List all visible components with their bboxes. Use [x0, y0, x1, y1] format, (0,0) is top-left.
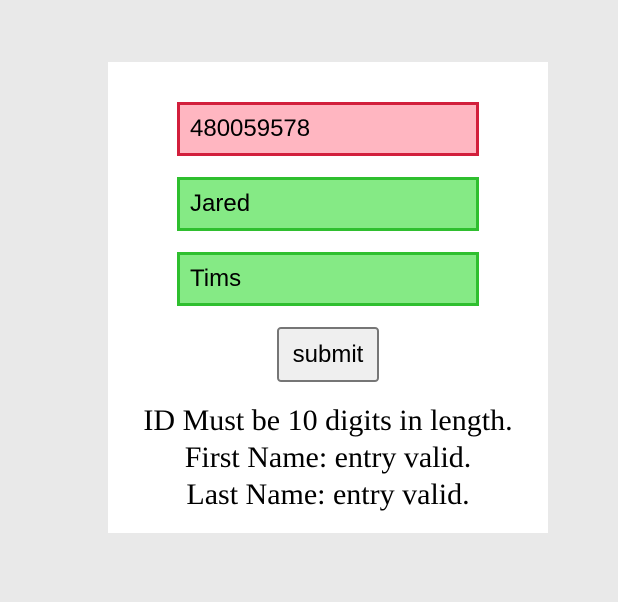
submit-button[interactable]: submit — [277, 327, 379, 382]
last-name-validation-message: Last Name: entry valid. — [186, 478, 470, 511]
validation-messages: ID Must be 10 digits in length. First Na… — [108, 402, 548, 513]
last-name-input[interactable] — [177, 252, 479, 306]
form-card: submit ID Must be 10 digits in length. F… — [108, 62, 548, 533]
first-name-input[interactable] — [177, 177, 479, 231]
id-validation-message: ID Must be 10 digits in length. — [143, 404, 513, 437]
id-input[interactable] — [177, 102, 479, 156]
first-name-validation-message: First Name: entry valid. — [184, 441, 472, 474]
